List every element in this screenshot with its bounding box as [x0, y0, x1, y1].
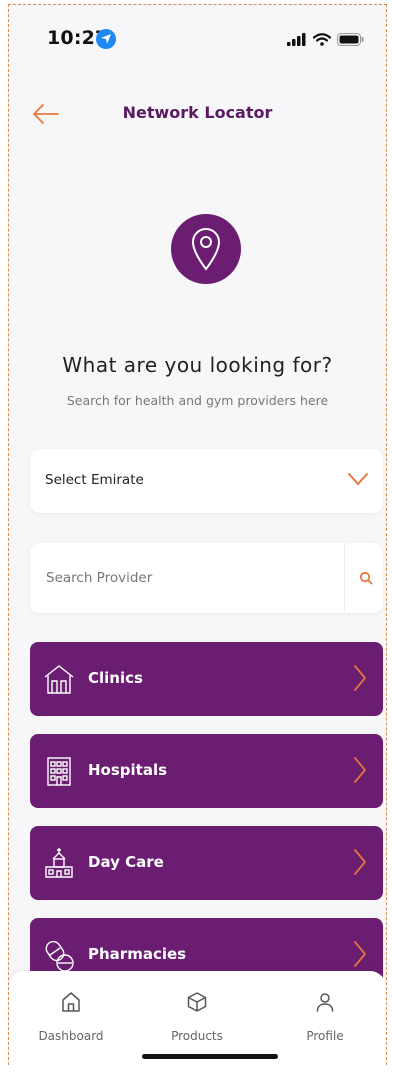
hospital-icon: [42, 754, 76, 788]
signal-icon: [287, 31, 307, 50]
app-header: Network Locator: [9, 97, 386, 133]
bottom-nav: Dashboard Products Profile: [9, 971, 386, 1065]
nav-profile[interactable]: Profile: [275, 991, 375, 1043]
category-label: Clinics: [88, 669, 143, 687]
category-hospitals[interactable]: Hospitals: [30, 734, 383, 808]
category-label: Day Care: [88, 853, 164, 871]
chevron-right-icon: [353, 848, 367, 880]
category-label: Pharmacies: [88, 945, 187, 963]
chevron-down-icon: [347, 471, 369, 491]
nav-label: Products: [171, 1029, 223, 1043]
battery-icon: [337, 31, 364, 50]
nav-label: Dashboard: [38, 1029, 104, 1043]
chevron-right-icon: [353, 940, 367, 972]
category-clinics[interactable]: Clinics: [30, 642, 383, 716]
emirate-select[interactable]: Select Emirate: [30, 449, 383, 513]
hero-title: What are you looking for?: [62, 353, 333, 377]
search-provider-box: [30, 543, 383, 613]
status-bar: 10:27: [9, 21, 386, 53]
location-pin-icon: [171, 214, 241, 284]
category-day-care[interactable]: Day Care: [30, 826, 383, 900]
emirate-select-label: Select Emirate: [45, 472, 144, 488]
search-divider: [344, 543, 345, 613]
chevron-right-icon: [353, 756, 367, 788]
app-screen: 10:27 Network Locator What are you looki…: [8, 4, 387, 1065]
day-care-icon: [42, 846, 76, 880]
nav-dashboard[interactable]: Dashboard: [21, 991, 121, 1043]
box-icon: [186, 992, 208, 1017]
nav-label: Profile: [306, 1029, 344, 1043]
home-indicator: [142, 1054, 278, 1059]
page-title: Network Locator: [122, 103, 273, 122]
chevron-right-icon: [353, 664, 367, 696]
wifi-icon: [312, 31, 332, 50]
nav-products[interactable]: Products: [147, 991, 247, 1043]
search-icon[interactable]: [359, 570, 373, 589]
user-icon: [314, 993, 336, 1017]
clinic-icon: [42, 662, 76, 696]
home-icon: [60, 992, 82, 1017]
location-arrow-icon: [96, 29, 116, 49]
pharmacy-icon: [42, 938, 76, 972]
hero-subtitle: Search for health and gym providers here: [66, 393, 329, 408]
search-provider-input[interactable]: [44, 565, 328, 591]
category-label: Hospitals: [88, 761, 168, 779]
